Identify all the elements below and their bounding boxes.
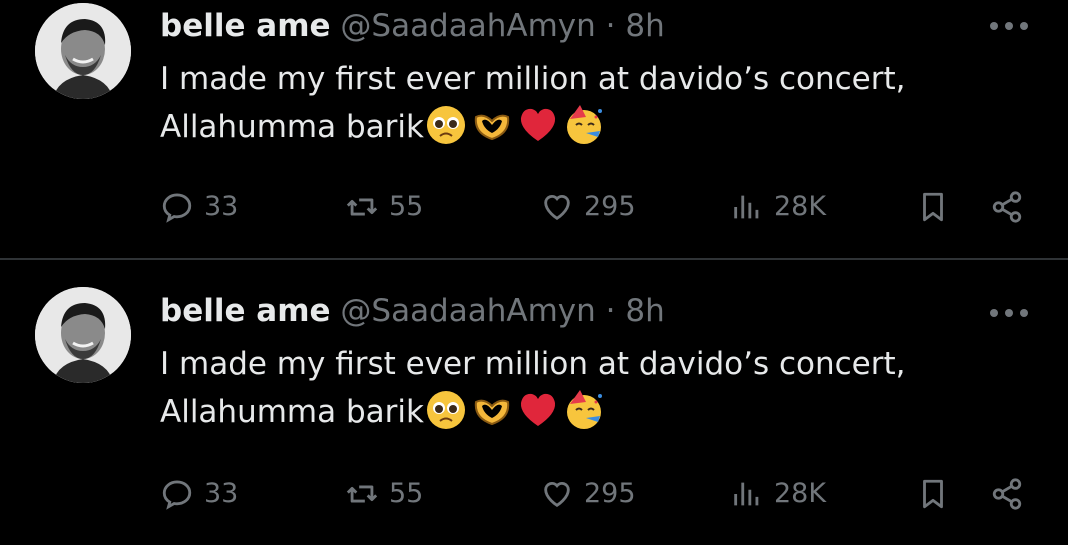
display-name[interactable]: belle ame	[160, 8, 331, 44]
tweet-header: belle ame @SaadaahAmyn · 8h	[160, 291, 665, 331]
share-button[interactable]	[990, 185, 1024, 229]
view-count: 28K	[774, 478, 827, 509]
share-button[interactable]	[990, 472, 1024, 516]
tweet-text: I made my first ever million at davido’s…	[160, 341, 980, 436]
red-heart-icon	[520, 108, 556, 141]
bookmark-icon	[923, 479, 943, 509]
reply-icon	[162, 480, 192, 510]
bookmark-icon	[923, 192, 943, 222]
share-icon	[992, 191, 1022, 223]
user-handle[interactable]: @SaadaahAmyn	[340, 293, 595, 329]
partying-face-icon	[566, 105, 602, 144]
reply-button[interactable]: 33	[160, 472, 238, 516]
reply-count: 33	[204, 191, 239, 222]
views-button[interactable]: 28K	[730, 472, 826, 516]
repost-count: 55	[389, 191, 424, 222]
reply-count: 33	[204, 478, 239, 509]
pleading-face-icon	[426, 391, 465, 429]
separator: ·	[605, 293, 616, 329]
heart-hands-icon	[474, 399, 510, 426]
tweet-text-line: Allahumma barik	[160, 394, 424, 430]
heart-icon	[544, 482, 570, 508]
tweet-text: I made my first ever million at davido’s…	[160, 56, 980, 151]
share-icon	[992, 478, 1022, 510]
separator: ·	[605, 8, 616, 44]
repost-count: 55	[389, 478, 424, 509]
tweet[interactable]: belle ame @SaadaahAmyn · 8h I made my fi…	[0, 287, 1068, 545]
analytics-icon	[734, 482, 759, 506]
pleading-face-icon	[426, 106, 465, 144]
display-name[interactable]: belle ame	[160, 293, 331, 329]
avatar-image	[35, 3, 131, 99]
avatar[interactable]	[35, 287, 131, 383]
timestamp[interactable]: 8h	[625, 293, 664, 329]
partying-face-icon	[566, 390, 602, 429]
bookmark-button[interactable]	[916, 472, 950, 516]
tweet-actions: 33 55 295 28K	[0, 185, 1068, 229]
like-count: 295	[584, 191, 636, 222]
like-count: 295	[584, 478, 636, 509]
reply-button[interactable]: 33	[160, 185, 238, 229]
repost-button[interactable]: 55	[345, 472, 423, 516]
like-button[interactable]: 295	[540, 472, 636, 516]
heart-icon	[544, 195, 570, 221]
user-handle[interactable]: @SaadaahAmyn	[340, 8, 595, 44]
red-heart-icon	[520, 393, 556, 426]
tweet-text-line: I made my first ever million at davido’s…	[160, 61, 906, 97]
views-button[interactable]: 28K	[730, 185, 826, 229]
tweet-header: belle ame @SaadaahAmyn · 8h	[160, 6, 665, 46]
more-options-icon[interactable]	[990, 22, 1028, 30]
tweet-divider	[0, 258, 1068, 260]
repost-icon	[346, 198, 378, 216]
reply-icon	[162, 193, 192, 223]
avatar[interactable]	[35, 3, 131, 99]
repost-button[interactable]: 55	[345, 185, 423, 229]
timestamp[interactable]: 8h	[625, 8, 664, 44]
tweet-actions: 33 55 295 28K	[0, 472, 1068, 516]
avatar-image	[35, 287, 131, 383]
heart-hands-icon	[474, 114, 510, 141]
repost-icon	[346, 485, 378, 503]
tweet-text-line: Allahumma barik	[160, 109, 424, 145]
like-button[interactable]: 295	[540, 185, 636, 229]
view-count: 28K	[774, 191, 827, 222]
analytics-icon	[734, 195, 759, 219]
more-options-icon[interactable]	[990, 309, 1028, 317]
bookmark-button[interactable]	[916, 185, 950, 229]
tweet[interactable]: belle ame @SaadaahAmyn · 8h I made my fi…	[0, 0, 1068, 258]
tweet-text-line: I made my first ever million at davido’s…	[160, 346, 906, 382]
